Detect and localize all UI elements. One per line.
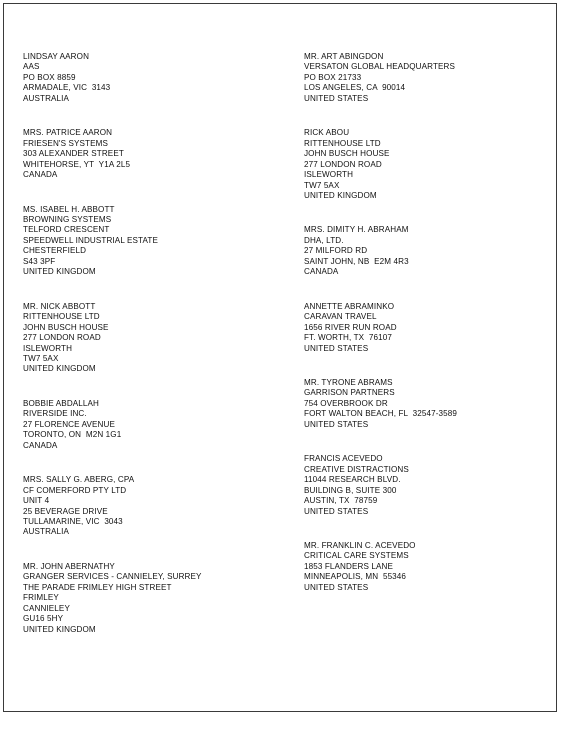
address-line: FRIESEN'S SYSTEMS	[23, 138, 108, 148]
address-block: MRS. PATRICE AARON FRIESEN'S SYSTEMS 303 A…	[23, 128, 288, 180]
address-line: GU16 5HY	[23, 614, 64, 624]
address-line: ISLEWORTH	[304, 170, 354, 180]
address-line: CRITICAL CARE SYSTEMS	[304, 551, 409, 561]
address-block: ANNETTE ABRAMINKO CARAVAN TRAVEL 1656 RIVE…	[304, 302, 554, 354]
address-line: 303 ALEXANDER STREET	[23, 149, 124, 159]
address-line: FORT WALTON BEACH, FL 32547-3589	[304, 409, 458, 419]
address-line: 27 MILFORD RD	[304, 246, 368, 256]
address-recipient-name: BOBBIE ABDALLAH	[23, 398, 100, 408]
address-line: RITTENHOUSE LTD	[304, 138, 381, 148]
address-block: BOBBIE ABDALLAH RIVERSIDE INC. 27 FLORENCE…	[23, 399, 288, 451]
address-line: RIVERSIDE INC.	[23, 409, 87, 419]
address-line: VERSATON GLOBAL HEADQUARTERS	[304, 62, 456, 72]
address-line: UNITED STATES	[304, 419, 369, 429]
address-line: GRANGER SERVICES - CANNIELEY, SURREY	[23, 572, 202, 582]
address-block: MR. JOHN ABERNATHY GRANGER SERVICES - CAN…	[23, 562, 288, 635]
address-recipient-name: MR. TYRONE ABRAMS	[304, 377, 393, 387]
address-line: TW7 5AX	[23, 353, 59, 363]
address-recipient-name: MR. ART ABINGDON	[304, 52, 384, 61]
address-line: 27 FLORENCE AVENUE	[23, 419, 115, 429]
address-line: FRIMLEY	[23, 593, 59, 603]
document-page: LINDSAY AARON AAS PO BOX 8859 ARMADALE, VIC…	[3, 3, 557, 712]
address-recipient-name: MR. FRANKLIN C. ACEVEDO	[304, 540, 416, 550]
address-line: 25 BEVERAGE DRIVE	[23, 506, 108, 516]
address-line: CHESTERFIELD	[23, 246, 87, 256]
address-line: 754 OVERBROOK DR	[304, 398, 388, 408]
address-line: UNITED KINGDOM	[23, 364, 96, 374]
address-line: DHA, LTD.	[304, 235, 344, 245]
address-line: S43 3PF	[23, 256, 56, 266]
address-line: FT. WORTH, TX 76107	[304, 333, 393, 343]
address-recipient-name: RICK ABOU	[304, 128, 350, 138]
address-line: SPEEDWELL INDUSTRIAL ESTATE	[23, 235, 159, 245]
address-line: PO BOX 8859	[23, 72, 76, 82]
address-line: TORONTO, ON M2N 1G1	[23, 430, 122, 440]
address-recipient-name: MS. ISABEL H. ABBOTT	[23, 204, 115, 214]
address-line: THE PARADE FRIMLEY HIGH STREET	[23, 582, 172, 592]
address-recipient-name: ANNETTE ABRAMINKO	[304, 301, 395, 311]
address-line: 11044 RESEARCH BLVD.	[304, 475, 401, 485]
address-line: UNIT 4	[23, 496, 50, 506]
address-recipient-name: MR. NICK ABBOTT	[23, 301, 96, 311]
address-block: MR. TYRONE ABRAMS GARRISON PARTNERS 754 OV…	[304, 378, 554, 430]
address-recipient-name: LINDSAY AARON	[23, 52, 90, 61]
address-recipient-name: MRS. PATRICE AARON	[23, 128, 113, 138]
address-line: UNITED STATES	[304, 582, 369, 592]
address-column-left: LINDSAY AARON AAS PO BOX 8859 ARMADALE, VIC…	[23, 52, 288, 659]
address-line: RITTENHOUSE LTD	[23, 312, 100, 322]
address-line: UNITED KINGDOM	[23, 267, 96, 277]
address-line: TW7 5AX	[304, 180, 340, 190]
address-line: ARMADALE, VIC 3143	[23, 83, 111, 93]
address-line: WHITEHORSE, YT Y1A 2L5	[23, 159, 131, 169]
address-line: LOS ANGELES, CA 90014	[304, 83, 406, 93]
address-recipient-name: FRANCIS ACEVEDO	[304, 454, 383, 464]
address-line: GARRISON PARTNERS	[304, 388, 395, 398]
address-line: 277 LONDON ROAD	[304, 159, 382, 169]
address-line: UNITED STATES	[304, 93, 369, 103]
address-block: MRS. SALLY G. ABERG, CPA CF COMERFORD PTY…	[23, 475, 288, 538]
address-line: CARAVAN TRAVEL	[304, 312, 377, 322]
address-line: 1853 FLANDERS LANE	[304, 561, 393, 571]
address-recipient-name: MRS. SALLY G. ABERG, CPA	[23, 475, 135, 485]
address-block: MS. ISABEL H. ABBOTT BROWNING SYSTEMS TELF…	[23, 205, 288, 278]
address-line: CREATIVE DISTRACTIONS	[304, 464, 409, 474]
address-line: PO BOX 21733	[304, 72, 362, 82]
address-line: BUILDING B, SUITE 300	[304, 485, 397, 495]
address-line: MINNEAPOLIS, MN 55346	[304, 572, 407, 582]
address-block: RICK ABOU RITTENHOUSE LTD JOHN BUSCH HOUSE…	[304, 128, 554, 201]
address-line: TULLAMARINE, VIC 3043	[23, 516, 123, 526]
address-line: JOHN BUSCH HOUSE	[23, 322, 109, 332]
address-line: AAS	[23, 62, 40, 72]
address-line: ISLEWORTH	[23, 343, 73, 353]
address-line: CANNIELEY	[23, 603, 70, 613]
address-block: FRANCIS ACEVEDO CREATIVE DISTRACTIONS 1104…	[304, 454, 554, 517]
address-block: LINDSAY AARON AAS PO BOX 8859 ARMADALE, VIC…	[23, 52, 288, 104]
address-block: MR. NICK ABBOTT RITTENHOUSE LTD JOHN BUSCH…	[23, 302, 288, 375]
address-line: AUSTIN, TX 78759	[304, 496, 378, 506]
address-line: UNITED STATES	[304, 506, 369, 516]
address-line: UNITED KINGDOM	[23, 624, 96, 634]
address-line: CANADA	[304, 267, 339, 277]
address-line: 277 LONDON ROAD	[23, 333, 101, 343]
address-line: AUSTRALIA	[23, 93, 70, 103]
address-block: MR. FRANKLIN C. ACEVEDO CRITICAL CARE SYS…	[304, 541, 554, 593]
address-line: CF COMERFORD PTY LTD	[23, 485, 127, 495]
address-column-right: MR. ART ABINGDON VERSATON GLOBAL HEADQUAR…	[304, 52, 554, 617]
address-line: 1656 RIVER RUN ROAD	[304, 322, 397, 332]
address-block: MR. ART ABINGDON VERSATON GLOBAL HEADQUAR…	[304, 52, 554, 104]
address-recipient-name: MRS. DIMITY H. ABRAHAM	[304, 225, 409, 235]
address-line: AUSTRALIA	[23, 527, 70, 537]
address-line: JOHN BUSCH HOUSE	[304, 149, 390, 159]
address-line: SAINT JOHN, NB E2M 4R3	[304, 256, 409, 266]
address-line: UNITED STATES	[304, 343, 369, 353]
address-recipient-name: MR. JOHN ABERNATHY	[23, 561, 115, 571]
address-block: MRS. DIMITY H. ABRAHAM DHA, LTD. 27 MILFOR…	[304, 225, 554, 277]
address-line: CANADA	[23, 440, 58, 450]
address-line: TELFORD CRESCENT	[23, 225, 110, 235]
address-columns: LINDSAY AARON AAS PO BOX 8859 ARMADALE, VIC…	[4, 4, 556, 711]
address-line: UNITED KINGDOM	[304, 190, 377, 200]
address-line: BROWNING SYSTEMS	[23, 214, 112, 224]
address-line: CANADA	[23, 170, 58, 180]
